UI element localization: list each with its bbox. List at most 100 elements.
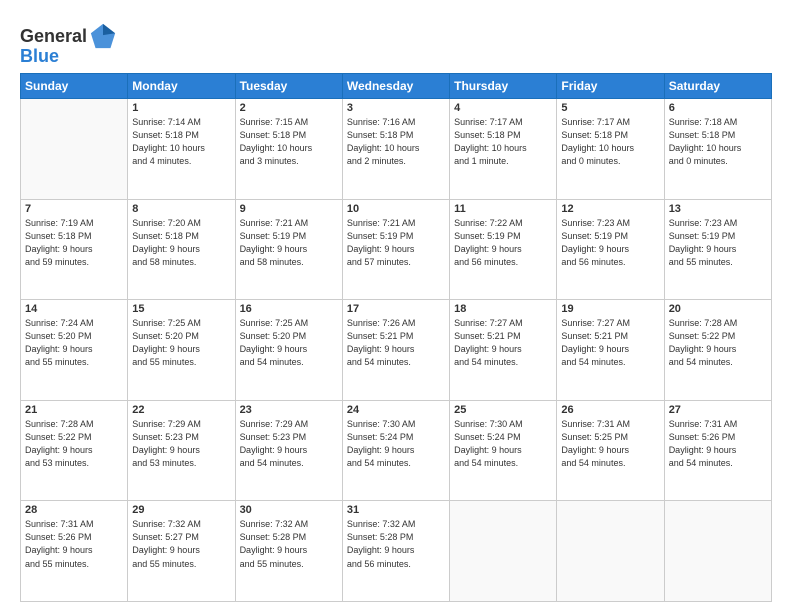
day-cell: 24 Sunrise: 7:30 AM Sunset: 5:24 PM Dayli… xyxy=(342,400,449,501)
day-number: 12 xyxy=(561,203,659,215)
day-number: 8 xyxy=(132,203,230,215)
col-header-sunday: Sunday xyxy=(21,74,128,99)
day-cell: 15 Sunrise: 7:25 AM Sunset: 5:20 PM Dayli… xyxy=(128,300,235,401)
day-number: 28 xyxy=(25,504,123,516)
day-cell: 13 Sunrise: 7:23 AM Sunset: 5:19 PM Dayli… xyxy=(664,199,771,300)
day-info: Sunrise: 7:31 AM Sunset: 5:26 PM Dayligh… xyxy=(25,518,123,570)
col-header-saturday: Saturday xyxy=(664,74,771,99)
day-cell: 27 Sunrise: 7:31 AM Sunset: 5:26 PM Dayli… xyxy=(664,400,771,501)
day-number: 31 xyxy=(347,504,445,516)
day-cell: 9Sunrise: 7:21 AM Sunset: 5:19 PM Daylig… xyxy=(235,199,342,300)
day-cell: 23 Sunrise: 7:29 AM Sunset: 5:23 PM Dayli… xyxy=(235,400,342,501)
day-number: 18 xyxy=(454,303,552,315)
day-number: 20 xyxy=(669,303,767,315)
day-cell: 22 Sunrise: 7:29 AM Sunset: 5:23 PM Dayli… xyxy=(128,400,235,501)
day-info: Sunrise: 7:32 AM Sunset: 5:28 PM Dayligh… xyxy=(347,518,445,570)
day-info: Sunrise: 7:25 AM Sunset: 5:20 PM Dayligh… xyxy=(240,317,338,369)
day-cell: 30Sunrise: 7:32 AM Sunset: 5:28 PM Dayli… xyxy=(235,501,342,602)
day-info: Sunrise: 7:31 AM Sunset: 5:25 PM Dayligh… xyxy=(561,418,659,470)
day-info: Sunrise: 7:23 AM Sunset: 5:19 PM Dayligh… xyxy=(561,217,659,269)
day-number: 11 xyxy=(454,203,552,215)
day-cell: 6 Sunrise: 7:18 AM Sunset: 5:18 PM Daylig… xyxy=(664,99,771,200)
day-number: 14 xyxy=(25,303,123,315)
week-row-1: 7 Sunrise: 7:19 AM Sunset: 5:18 PM Daylig… xyxy=(21,199,772,300)
day-number: 27 xyxy=(669,404,767,416)
day-number: 7 xyxy=(25,203,123,215)
day-info: Sunrise: 7:32 AM Sunset: 5:27 PM Dayligh… xyxy=(132,518,230,570)
day-cell: 28 Sunrise: 7:31 AM Sunset: 5:26 PM Dayli… xyxy=(21,501,128,602)
day-info: Sunrise: 7:28 AM Sunset: 5:22 PM Dayligh… xyxy=(25,418,123,470)
day-number: 2 xyxy=(240,102,338,114)
day-cell xyxy=(664,501,771,602)
day-cell xyxy=(450,501,557,602)
day-info: Sunrise: 7:23 AM Sunset: 5:19 PM Dayligh… xyxy=(669,217,767,269)
day-cell: 7 Sunrise: 7:19 AM Sunset: 5:18 PM Daylig… xyxy=(21,199,128,300)
day-info: Sunrise: 7:16 AM Sunset: 5:18 PM Dayligh… xyxy=(347,116,445,168)
week-row-3: 21 Sunrise: 7:28 AM Sunset: 5:22 PM Dayli… xyxy=(21,400,772,501)
day-info: Sunrise: 7:30 AM Sunset: 5:24 PM Dayligh… xyxy=(454,418,552,470)
day-number: 15 xyxy=(132,303,230,315)
day-number: 23 xyxy=(240,404,338,416)
calendar-table: SundayMondayTuesdayWednesdayThursdayFrid… xyxy=(20,73,772,602)
day-number: 19 xyxy=(561,303,659,315)
day-info: Sunrise: 7:18 AM Sunset: 5:18 PM Dayligh… xyxy=(669,116,767,168)
day-cell: 16Sunrise: 7:25 AM Sunset: 5:20 PM Dayli… xyxy=(235,300,342,401)
day-number: 10 xyxy=(347,203,445,215)
header: General Blue xyxy=(20,18,772,67)
day-number: 13 xyxy=(669,203,767,215)
day-number: 30 xyxy=(240,504,338,516)
day-info: Sunrise: 7:31 AM Sunset: 5:26 PM Dayligh… xyxy=(669,418,767,470)
day-info: Sunrise: 7:17 AM Sunset: 5:18 PM Dayligh… xyxy=(561,116,659,168)
day-info: Sunrise: 7:19 AM Sunset: 5:18 PM Dayligh… xyxy=(25,217,123,269)
day-number: 24 xyxy=(347,404,445,416)
day-info: Sunrise: 7:29 AM Sunset: 5:23 PM Dayligh… xyxy=(132,418,230,470)
logo: General Blue xyxy=(20,22,117,67)
page: General Blue SundayMondayTuesdayWednesda… xyxy=(0,0,792,612)
day-info: Sunrise: 7:28 AM Sunset: 5:22 PM Dayligh… xyxy=(669,317,767,369)
day-cell: 4Sunrise: 7:17 AM Sunset: 5:18 PM Daylig… xyxy=(450,99,557,200)
day-info: Sunrise: 7:14 AM Sunset: 5:18 PM Dayligh… xyxy=(132,116,230,168)
col-header-tuesday: Tuesday xyxy=(235,74,342,99)
day-info: Sunrise: 7:25 AM Sunset: 5:20 PM Dayligh… xyxy=(132,317,230,369)
day-info: Sunrise: 7:30 AM Sunset: 5:24 PM Dayligh… xyxy=(347,418,445,470)
col-header-friday: Friday xyxy=(557,74,664,99)
day-number: 22 xyxy=(132,404,230,416)
day-number: 1 xyxy=(132,102,230,114)
logo-icon xyxy=(89,22,117,50)
day-cell: 8 Sunrise: 7:20 AM Sunset: 5:18 PM Daylig… xyxy=(128,199,235,300)
day-cell xyxy=(21,99,128,200)
day-info: Sunrise: 7:15 AM Sunset: 5:18 PM Dayligh… xyxy=(240,116,338,168)
day-cell: 25 Sunrise: 7:30 AM Sunset: 5:24 PM Dayli… xyxy=(450,400,557,501)
day-number: 3 xyxy=(347,102,445,114)
col-header-wednesday: Wednesday xyxy=(342,74,449,99)
day-cell: 17Sunrise: 7:26 AM Sunset: 5:21 PM Dayli… xyxy=(342,300,449,401)
week-row-2: 14Sunrise: 7:24 AM Sunset: 5:20 PM Dayli… xyxy=(21,300,772,401)
day-info: Sunrise: 7:17 AM Sunset: 5:18 PM Dayligh… xyxy=(454,116,552,168)
day-number: 6 xyxy=(669,102,767,114)
day-cell: 3 Sunrise: 7:16 AM Sunset: 5:18 PM Daylig… xyxy=(342,99,449,200)
day-cell: 18 Sunrise: 7:27 AM Sunset: 5:21 PM Dayli… xyxy=(450,300,557,401)
day-cell: 12 Sunrise: 7:23 AM Sunset: 5:19 PM Dayli… xyxy=(557,199,664,300)
day-info: Sunrise: 7:20 AM Sunset: 5:18 PM Dayligh… xyxy=(132,217,230,269)
day-cell: 10 Sunrise: 7:21 AM Sunset: 5:19 PM Dayli… xyxy=(342,199,449,300)
day-info: Sunrise: 7:29 AM Sunset: 5:23 PM Dayligh… xyxy=(240,418,338,470)
day-number: 25 xyxy=(454,404,552,416)
col-header-monday: Monday xyxy=(128,74,235,99)
day-cell: 14Sunrise: 7:24 AM Sunset: 5:20 PM Dayli… xyxy=(21,300,128,401)
day-info: Sunrise: 7:21 AM Sunset: 5:19 PM Dayligh… xyxy=(347,217,445,269)
day-number: 21 xyxy=(25,404,123,416)
week-row-4: 28 Sunrise: 7:31 AM Sunset: 5:26 PM Dayli… xyxy=(21,501,772,602)
day-cell: 21 Sunrise: 7:28 AM Sunset: 5:22 PM Dayli… xyxy=(21,400,128,501)
day-cell: 31 Sunrise: 7:32 AM Sunset: 5:28 PM Dayli… xyxy=(342,501,449,602)
week-row-0: 1 Sunrise: 7:14 AM Sunset: 5:18 PM Daylig… xyxy=(21,99,772,200)
day-cell: 2 Sunrise: 7:15 AM Sunset: 5:18 PM Daylig… xyxy=(235,99,342,200)
day-cell: 1 Sunrise: 7:14 AM Sunset: 5:18 PM Daylig… xyxy=(128,99,235,200)
col-header-thursday: Thursday xyxy=(450,74,557,99)
day-number: 17 xyxy=(347,303,445,315)
day-number: 5 xyxy=(561,102,659,114)
day-cell: 29Sunrise: 7:32 AM Sunset: 5:27 PM Dayli… xyxy=(128,501,235,602)
day-info: Sunrise: 7:27 AM Sunset: 5:21 PM Dayligh… xyxy=(454,317,552,369)
day-cell: 5 Sunrise: 7:17 AM Sunset: 5:18 PM Daylig… xyxy=(557,99,664,200)
day-number: 9 xyxy=(240,203,338,215)
day-info: Sunrise: 7:22 AM Sunset: 5:19 PM Dayligh… xyxy=(454,217,552,269)
